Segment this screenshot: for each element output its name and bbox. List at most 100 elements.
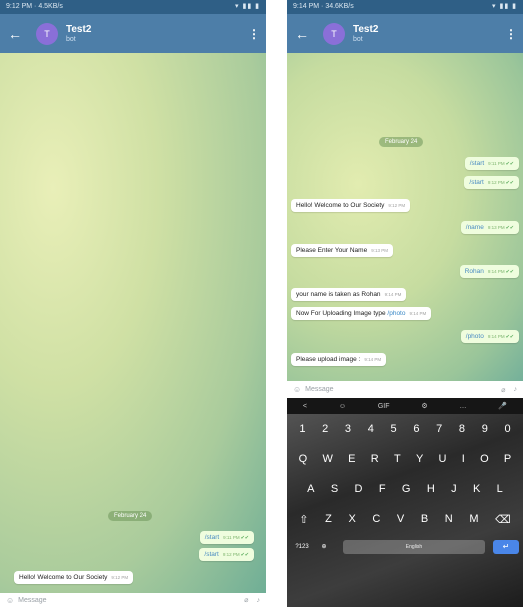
keyboard-collapse-icon[interactable]: <: [303, 403, 307, 410]
message-text: /start: [469, 160, 485, 167]
message-incoming[interactable]: Hello! Welcome to Our Society 9:12 PM: [291, 199, 411, 212]
key[interactable]: Y: [416, 453, 423, 465]
key[interactable]: 4: [368, 423, 374, 435]
key[interactable]: F: [379, 483, 386, 495]
double-check-icon: ✔✔: [505, 161, 514, 167]
chat-title-block[interactable]: Test2 bot: [66, 24, 248, 43]
emoji-icon[interactable]: ☺: [6, 596, 14, 605]
message-time: 9:14 PM: [487, 269, 505, 274]
keyboard-row-3: ⇧ Z X C V B N M ⌫: [287, 504, 523, 534]
message-outgoing[interactable]: /start 9:11 PM✔✔: [464, 157, 519, 170]
command-link[interactable]: /photo: [387, 310, 405, 317]
message-time: 9:12 PM: [388, 203, 406, 208]
message-time: 9:14 PM: [409, 311, 427, 316]
double-check-icon: ✔✔: [505, 334, 514, 340]
key[interactable]: 0: [505, 423, 511, 435]
more-menu-icon[interactable]: ⋮: [248, 27, 260, 41]
chat-subtitle: bot: [353, 36, 363, 43]
key[interactable]: Q: [299, 453, 308, 465]
message-input[interactable]: Message: [305, 386, 493, 393]
emoji-icon[interactable]: ☺: [293, 385, 301, 394]
key[interactable]: U: [439, 453, 447, 465]
space-bar[interactable]: English: [343, 539, 485, 554]
key[interactable]: B: [421, 513, 428, 525]
key[interactable]: 1: [299, 423, 305, 435]
microphone-icon[interactable]: ♪: [514, 386, 518, 393]
sticker-icon[interactable]: ☺: [339, 403, 346, 410]
back-arrow-icon[interactable]: ←: [8, 27, 26, 41]
message-input-bar: ☺ Message ⌀ ♪: [287, 381, 523, 398]
status-speed: 4.5KB/s: [38, 3, 63, 10]
message-outgoing[interactable]: /name 9:13 PM✔✔: [460, 221, 519, 234]
avatar[interactable]: T: [323, 22, 345, 45]
key[interactable]: X: [348, 513, 355, 525]
message-outgoing[interactable]: /start 9:12 PM✔✔: [199, 548, 254, 561]
key[interactable]: J: [451, 483, 457, 495]
key[interactable]: I: [462, 453, 465, 465]
message-incoming[interactable]: Hello! Welcome to Our Society 9:12 PM: [14, 571, 134, 584]
key[interactable]: G: [402, 483, 411, 495]
key[interactable]: 9: [482, 423, 488, 435]
message-incoming[interactable]: your name is taken as Rohan 9:14 PM: [291, 288, 407, 301]
more-menu-icon[interactable]: ⋮: [505, 27, 517, 41]
attach-icon[interactable]: ⌀: [244, 596, 248, 604]
key[interactable]: K: [473, 483, 480, 495]
shift-key[interactable]: ⇧: [299, 513, 308, 526]
symbols-key[interactable]: ?123: [291, 544, 313, 550]
backspace-key[interactable]: ⌫: [495, 513, 511, 526]
chat-area: February 24 /start 9:11 PM✔✔ /start 9:12 P…: [0, 53, 266, 593]
more-icon[interactable]: …: [460, 403, 467, 410]
message-incoming[interactable]: Please Enter Your Name 9:13 PM: [291, 244, 393, 257]
key[interactable]: 6: [413, 423, 419, 435]
enter-key[interactable]: ↵: [493, 539, 519, 554]
key[interactable]: V: [397, 513, 404, 525]
double-check-icon: ✔✔: [505, 269, 514, 275]
message-outgoing[interactable]: /start 9:12 PM✔✔: [464, 176, 519, 189]
gif-button[interactable]: GIF: [378, 403, 390, 410]
message-text: /start: [204, 551, 219, 558]
chat-subtitle: bot: [66, 36, 76, 43]
settings-icon[interactable]: ⚙: [421, 402, 427, 410]
key[interactable]: L: [497, 483, 503, 495]
message-incoming[interactable]: Please upload image :9:14 PM: [291, 353, 387, 366]
key[interactable]: M: [469, 513, 478, 525]
key[interactable]: C: [372, 513, 380, 525]
message-outgoing[interactable]: /start 9:11 PM✔✔: [199, 531, 254, 544]
avatar[interactable]: T: [36, 22, 58, 45]
chat-title-block[interactable]: Test2 bot: [353, 24, 505, 43]
voice-input-icon[interactable]: 🎤: [498, 402, 507, 410]
key[interactable]: P: [504, 453, 511, 465]
key[interactable]: 7: [436, 423, 442, 435]
message-outgoing[interactable]: Rohan 9:14 PM✔✔: [459, 265, 519, 278]
message-outgoing[interactable]: /photo 9:14 PM✔✔: [460, 330, 519, 343]
back-arrow-icon[interactable]: ←: [295, 27, 313, 41]
key[interactable]: O: [480, 453, 489, 465]
key[interactable]: S: [331, 483, 338, 495]
message-input-bar: ☺ Message ⌀ ♪: [0, 593, 266, 607]
key[interactable]: W: [322, 453, 332, 465]
key[interactable]: N: [445, 513, 453, 525]
status-time: 9:12 PM: [6, 3, 33, 10]
globe-icon[interactable]: ⊕: [313, 543, 335, 550]
message-time: 9:14 PM: [364, 357, 382, 362]
message-time: 9:12 PM: [111, 575, 129, 580]
key[interactable]: 3: [345, 423, 351, 435]
key[interactable]: E: [348, 453, 355, 465]
key[interactable]: T: [394, 453, 401, 465]
key[interactable]: H: [427, 483, 435, 495]
key[interactable]: R: [371, 453, 379, 465]
key[interactable]: Z: [325, 513, 332, 525]
attach-icon[interactable]: ⌀: [501, 386, 505, 394]
message-text: /start: [469, 179, 484, 186]
key[interactable]: A: [307, 483, 314, 495]
chat-name: Test2: [353, 24, 379, 35]
key[interactable]: 5: [391, 423, 397, 435]
microphone-icon[interactable]: ♪: [257, 597, 261, 604]
key[interactable]: 2: [322, 423, 328, 435]
key[interactable]: 8: [459, 423, 465, 435]
message-input[interactable]: Message: [18, 597, 236, 604]
date-pill: February 24: [108, 511, 153, 521]
double-check-icon: ✔✔: [505, 225, 514, 231]
key[interactable]: D: [355, 483, 363, 495]
message-incoming[interactable]: Now For Uploading Image type /photo 9:14 …: [291, 307, 432, 320]
